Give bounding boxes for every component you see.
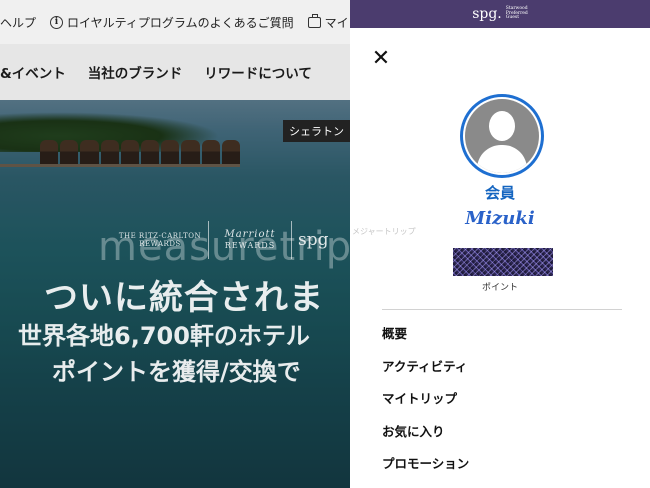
drawer-menu: 概要 アクティビティ マイトリップ お気に入り プロモーション <box>382 318 622 481</box>
my-trips-link[interactable]: マイ <box>307 13 349 31</box>
marriott-script: Marriott <box>224 229 276 241</box>
spg-logo: spg <box>298 230 329 250</box>
utility-bar: ヘルプ i ロイヤルティプログラムのよくあるご質問 マイ <box>0 0 350 44</box>
hero-banner[interactable]: シェラトン THE RITZ-CARLTON REWARDS Marriott … <box>0 100 350 488</box>
logo-divider <box>208 221 209 259</box>
help-label: ヘルプ <box>0 15 37 30</box>
menu-item-overview[interactable]: 概要 <box>382 318 622 351</box>
menu-item-activity[interactable]: アクティビティ <box>382 351 622 384</box>
close-icon[interactable]: ✕ <box>370 48 392 70</box>
menu-item-my-trips[interactable]: マイトリップ <box>382 383 622 416</box>
user-silhouette-icon <box>465 99 539 173</box>
points-value-redacted <box>453 248 553 276</box>
member-tier-label: 会員 <box>484 184 515 202</box>
brand-logos: THE RITZ-CARLTON REWARDS Marriott REWARD… <box>118 218 350 262</box>
marriott-rewards-logo: Marriott REWARDS <box>215 228 285 251</box>
nav-item-events[interactable]: &イベント <box>0 62 66 82</box>
suitcase-icon <box>307 13 321 28</box>
menu-item-promotions[interactable]: プロモーション <box>382 448 622 481</box>
drawer-divider <box>382 309 622 310</box>
ritz-carlton-rewards-logo: THE RITZ-CARLTON REWARDS <box>118 231 202 248</box>
logo-divider <box>291 221 292 259</box>
headline-line-1: ついに統合されま <box>44 278 324 318</box>
loyalty-faq-label: ロイヤルティプログラムのよくあるご質問 <box>67 15 294 30</box>
spg-brand-subtitle: Starwood Preferred Guest <box>505 5 528 21</box>
my-trips-label: マイ <box>324 15 349 30</box>
headline-line-3: ポイントを獲得/交換で <box>52 358 301 386</box>
info-icon: i <box>50 15 64 29</box>
menu-item-favorites[interactable]: お気に入り <box>382 416 622 449</box>
property-tag[interactable]: シェラトン <box>283 120 350 142</box>
background-page: ヘルプ i ロイヤルティプログラムのよくあるご質問 マイ &イベント 当社のブラ… <box>0 0 350 488</box>
watermark-kana: メジャートリップ <box>352 227 416 236</box>
nav-item-rewards[interactable]: リワードについて <box>204 62 312 82</box>
drawer-header: spg. Starwood Preferred Guest <box>350 0 650 28</box>
avatar[interactable] <box>460 94 544 178</box>
account-drawer: spg. Starwood Preferred Guest ✕ 会員 Mizuk… <box>350 0 650 488</box>
spg-brand-logo: spg. <box>472 6 502 22</box>
loyalty-faq-link[interactable]: i ロイヤルティプログラムのよくあるご質問 <box>50 14 294 31</box>
headline-line-2: 世界各地6,700軒のホテル <box>18 322 310 350</box>
main-nav: &イベント 当社のブランド リワードについて <box>0 44 350 100</box>
help-link[interactable]: ヘルプ <box>0 14 36 31</box>
marriott-rewards-text: REWARDS <box>224 241 276 251</box>
points-label: ポイント <box>481 283 518 293</box>
nav-item-brands[interactable]: 当社のブランド <box>88 62 183 82</box>
